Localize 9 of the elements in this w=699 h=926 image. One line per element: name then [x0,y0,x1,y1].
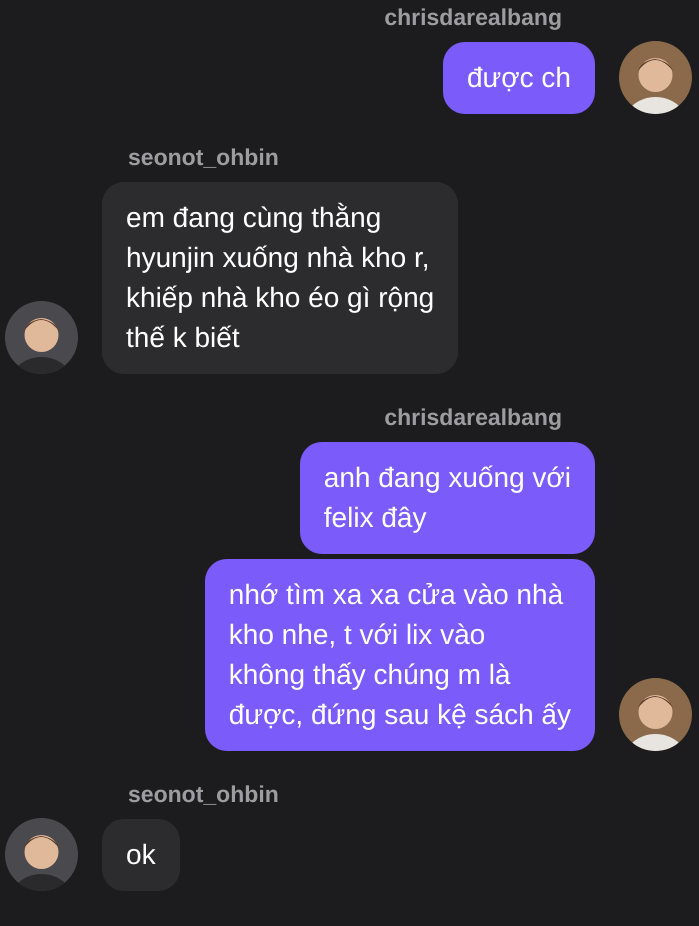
message-bubble: em đang cùng thằng hyunjin xuống nhà kho r, khiếp nhà kho éo gì rộng thế k biết [102,182,458,374]
sender-name: chrisdarealbang [384,4,563,30]
message-bubble: được ch [442,42,595,114]
sender-name: seonot_ohbin [127,781,279,807]
message-bubble: ok [102,819,180,891]
sender-name: chrisdarealbang [384,404,563,430]
message-bubble: anh đang xuống với felix đây [300,442,595,554]
sender-name: seonot_ohbin [127,144,279,170]
message-bubble: nhớ tìm xa xa cửa vào nhà kho nhe, t với lix vào không thấy chúng m là được, đứng sau kệ sách ấy [204,559,595,751]
